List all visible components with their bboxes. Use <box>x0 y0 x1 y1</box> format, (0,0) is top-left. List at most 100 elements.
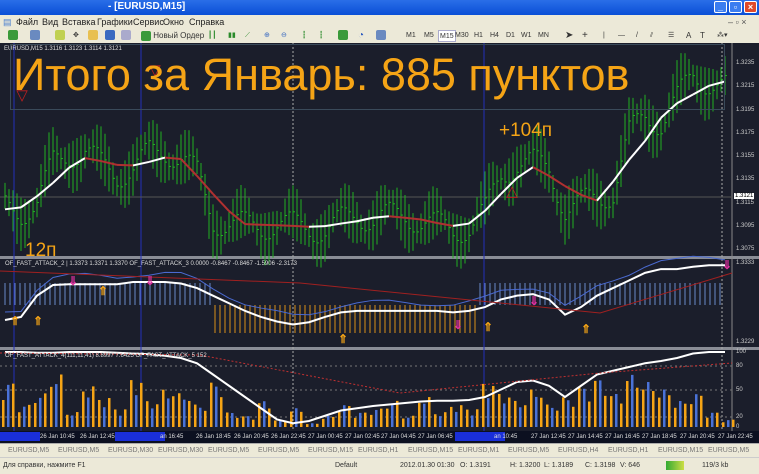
crosshair-icon[interactable]: + <box>582 30 588 42</box>
time-tick: 26 Jan 10:45 <box>40 434 75 440</box>
chart-tab[interactable]: EURUSD,H1 <box>358 447 398 454</box>
indicator2-histogram-bar <box>567 400 570 427</box>
chart-window[interactable]: ▽ ▽ △ ⇑ ⇑ ⇑ ⇑ ⇑ ⇑ ⇓ ⇓ ⇓ ⇓ ⇓ EURUSD,M15 1.3116 1.3123 … <box>0 43 759 443</box>
menu-view[interactable]: Вид <box>42 17 58 27</box>
arrows-icon[interactable]: ⁂▾ <box>717 30 728 42</box>
bar-chart-button[interactable]: ┃┃ <box>208 30 216 42</box>
chart-tab[interactable]: EURUSD,M5 <box>508 447 549 454</box>
templates-button[interactable] <box>376 30 386 42</box>
indicator2-histogram-bar <box>610 396 613 427</box>
indicator2-histogram-bar <box>71 415 74 427</box>
status-close: C: 1.3198 <box>585 462 616 469</box>
indicator2-histogram-bar <box>178 393 181 427</box>
navigator-button[interactable] <box>88 30 98 42</box>
chart-tab[interactable]: EURUSD,M15 <box>658 447 703 454</box>
maximize-button[interactable]: ▫ <box>729 1 742 13</box>
menu-insert[interactable]: Вставка <box>62 17 95 27</box>
vertical-line-icon[interactable]: | <box>603 30 605 42</box>
text-label-icon[interactable]: T <box>700 30 705 42</box>
indicator2-histogram-bar <box>263 401 266 427</box>
fibo-icon[interactable]: ☰ <box>668 30 674 42</box>
tf-h4[interactable]: H4 <box>490 30 499 42</box>
time-tick: 27 Jan 00:45 <box>308 434 343 440</box>
indicator2-histogram-bar <box>2 400 5 427</box>
child-minimize-icon[interactable]: – ▫ × <box>728 17 746 27</box>
market-watch-button[interactable] <box>55 30 65 42</box>
panel-separator <box>0 256 759 259</box>
indicator2-histogram-bar <box>722 422 725 427</box>
autoscroll-button[interactable]: ┇ <box>302 30 306 42</box>
tester-button[interactable] <box>121 30 131 42</box>
indicator2-histogram-bar <box>423 403 426 427</box>
tf-w1[interactable]: W1 <box>521 30 532 42</box>
chart-shift-button[interactable]: ┇ <box>319 30 323 42</box>
trendline-icon[interactable]: / <box>636 30 638 42</box>
periods-icon[interactable]: ◔ <box>358 30 364 42</box>
chart-tab[interactable]: EURUSD,M5 <box>258 447 299 454</box>
chart-tab[interactable]: EURUSD,M15 <box>308 447 353 454</box>
new-order-button[interactable]: Новый Ордер <box>141 30 204 42</box>
indicator2-histogram-bar <box>599 380 602 427</box>
indicator2-histogram-bar <box>412 415 415 427</box>
indicator2-histogram-bar <box>140 382 143 427</box>
minimize-button[interactable]: _ <box>714 1 727 13</box>
menu-file[interactable]: Файл <box>16 17 38 27</box>
indicator2-histogram-bar <box>727 420 730 427</box>
indicator2-histogram-bar <box>391 404 394 427</box>
indicator2-histogram-bar <box>578 386 581 427</box>
horizontal-line-icon[interactable]: — <box>618 30 625 42</box>
time-tick: an 16:45 <box>160 434 184 440</box>
indicator2-histogram-bar <box>215 386 218 427</box>
status-traffic: 119/3 kb <box>702 462 729 469</box>
new-chart-button[interactable] <box>8 30 18 42</box>
tf-m30[interactable]: M30 <box>455 30 469 42</box>
chart-tab[interactable]: EURUSD,M5 <box>708 447 749 454</box>
zoom-out-icon[interactable]: ⊖ <box>281 30 287 42</box>
crosshair-nav-icon[interactable]: ✥ <box>73 30 79 42</box>
indicator2-histogram-bar <box>236 417 239 427</box>
chart-tab[interactable]: EURUSD,M30 <box>108 447 153 454</box>
channel-icon[interactable]: ⫽ <box>650 30 653 42</box>
indicator2-histogram-bar <box>242 416 245 427</box>
connection-indicator-icon <box>666 461 684 470</box>
indicator2-histogram-bar <box>220 397 223 427</box>
chart-tab[interactable]: EURUSD,H1 <box>608 447 648 454</box>
tf-m1[interactable]: M1 <box>406 30 416 42</box>
cursor-icon[interactable]: ➤ <box>565 30 573 42</box>
terminal-button[interactable] <box>105 30 115 42</box>
tf-m5[interactable]: M5 <box>424 30 434 42</box>
indicators-button[interactable] <box>338 30 348 42</box>
tf-h1[interactable]: H1 <box>474 30 483 42</box>
menu-window[interactable]: Окно <box>163 17 184 27</box>
menu-charts[interactable]: Графики <box>97 17 133 27</box>
tf-m15[interactable]: M15 <box>438 30 456 42</box>
chart-tab[interactable]: EURUSD,M15 <box>408 447 453 454</box>
app-icon: ▤ <box>3 17 12 27</box>
menu-help[interactable]: Справка <box>189 17 224 27</box>
signal-arrow-icon: ⇑ <box>483 320 493 334</box>
chart-tab[interactable]: EURUSD,M5 <box>8 447 49 454</box>
profiles-button[interactable] <box>30 30 40 42</box>
signal-arrow-icon: △ <box>506 183 518 200</box>
line-chart-button[interactable]: ⟋ <box>245 30 250 42</box>
tf-mn[interactable]: MN <box>538 30 549 42</box>
chart-tab[interactable]: EURUSD,M30 <box>158 447 203 454</box>
close-button[interactable]: × <box>744 1 757 13</box>
indicator2-histogram-bar <box>183 399 186 427</box>
tf-d1[interactable]: D1 <box>506 30 515 42</box>
chart-tab[interactable]: EURUSD,M1 <box>458 447 499 454</box>
price-tick: 1.3115 <box>736 199 754 206</box>
menu-tools[interactable]: Сервис <box>133 17 164 27</box>
indicator2-histogram-bar <box>455 411 458 427</box>
chart-tab[interactable]: EURUSD,H4 <box>558 447 598 454</box>
zoom-in-icon[interactable]: ⊕ <box>264 30 270 42</box>
indicator2-histogram-bar <box>359 412 362 427</box>
indicator2-histogram-bar <box>7 384 10 427</box>
price-tick: 1.3235 <box>736 60 755 66</box>
chart-tab[interactable]: EURUSD,M5 <box>58 447 99 454</box>
indicator2-histogram-bar <box>732 419 735 427</box>
candle-chart-button[interactable]: ▮▮ <box>228 30 236 42</box>
text-icon[interactable]: A <box>686 30 691 42</box>
indicator2-histogram-bar <box>471 415 474 427</box>
chart-tab[interactable]: EURUSD,M5 <box>208 447 249 454</box>
